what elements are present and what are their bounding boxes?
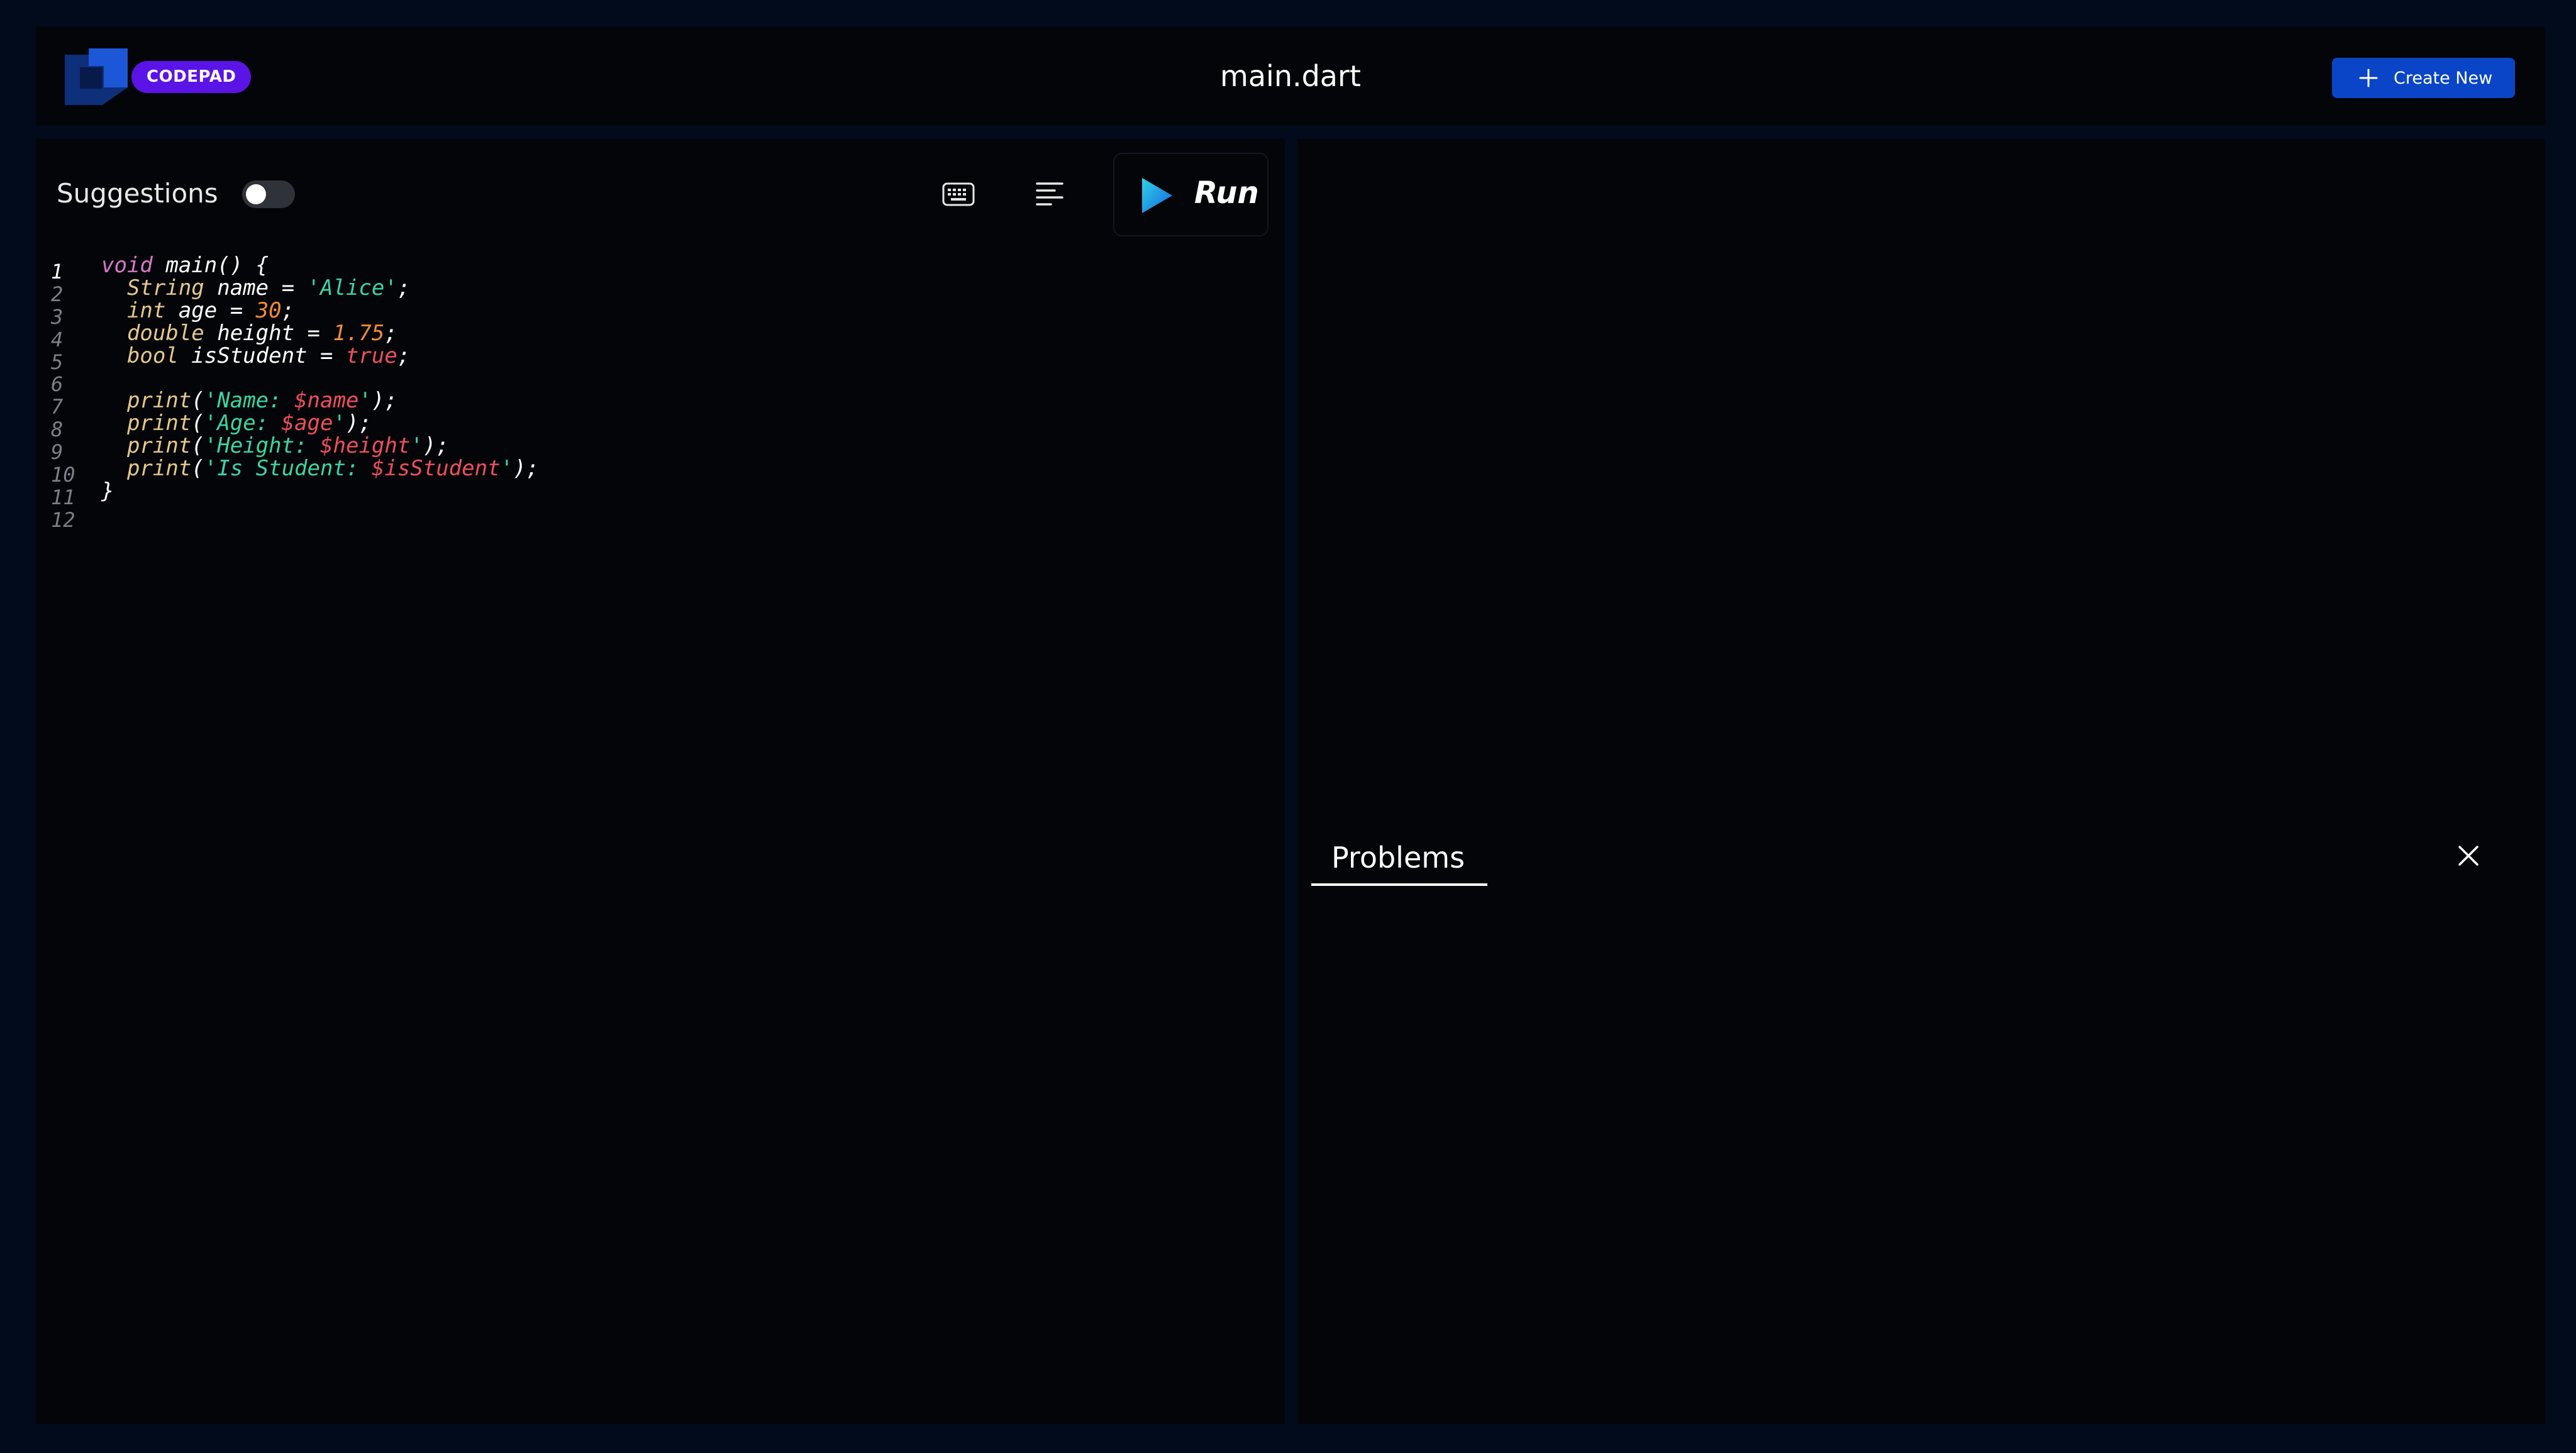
code-text: print('Name: $name'); [101, 390, 397, 412]
close-icon[interactable] [2455, 842, 2482, 870]
code-token: ); [513, 456, 540, 482]
toggle-knob [246, 184, 266, 204]
editor-panel: Suggestions Run 1 void main() {2 String… [36, 139, 1285, 1424]
code-token: $name [294, 388, 359, 414]
code-line[interactable]: 11} [36, 480, 1285, 509]
code-token: true [345, 343, 397, 368]
code-text: bool isStudent = true; [101, 345, 410, 367]
code-token: print [101, 456, 192, 482]
code-token: ( [191, 388, 204, 414]
code-token: 'Age: [204, 411, 282, 436]
code-token: 'Alice' [307, 275, 397, 301]
code-text: print('Age: $age'); [101, 412, 372, 434]
keyboard-icon[interactable] [942, 182, 975, 207]
code-line[interactable]: 8 print('Age: $age'); [36, 412, 1285, 442]
code-token: ); [371, 388, 397, 414]
code-text: } [101, 480, 114, 502]
code-token: ; [397, 275, 411, 301]
code-token: double [101, 320, 204, 346]
code-token: String [101, 275, 204, 301]
code-line[interactable]: 10 print('Is Student: $isStudent'); [36, 458, 1285, 487]
code-token: print [101, 433, 192, 459]
top-bar: CODEPAD main.dart Create New [36, 26, 2545, 126]
code-token: ( [191, 433, 204, 459]
code-token: main() { [152, 253, 269, 278]
code-token: age = [165, 297, 256, 323]
code-token: isStudent = [178, 343, 346, 368]
code-token: 'Name: [204, 388, 295, 414]
code-text: String name = 'Alice'; [101, 277, 410, 299]
output-panel: Problems [1297, 139, 2545, 1424]
problems-tab-label: Problems [1331, 841, 1465, 875]
code-editor[interactable]: 1 void main() {2 String name = 'Alice'; 3 … [36, 255, 1285, 532]
code-token: print [101, 388, 192, 414]
suggestions-toggle[interactable] [242, 180, 295, 208]
file-title: main.dart [1220, 59, 1361, 93]
code-token: ' [333, 411, 346, 436]
code-line[interactable]: 2 String name = 'Alice'; [36, 277, 1285, 306]
code-token: print [101, 411, 192, 436]
code-text: int age = 30; [101, 297, 295, 323]
code-token: ( [191, 411, 204, 436]
code-line[interactable]: 4 double height = 1.75; [36, 320, 1285, 351]
code-token: ' [500, 456, 514, 482]
create-new-label: Create New [2394, 68, 2493, 88]
play-icon [1142, 178, 1172, 213]
code-text: print('Is Student: $isStudent'); [101, 458, 539, 480]
code-line[interactable]: 6 [36, 367, 1285, 396]
code-token: ; [384, 320, 397, 346]
code-token: 1.75 [333, 320, 385, 346]
code-text: print('Height: $height'); [101, 435, 449, 457]
code-line[interactable]: 3 int age = 30; [36, 297, 1285, 329]
code-line[interactable]: 9 print('Height: $height'); [36, 435, 1285, 465]
code-token: ( [191, 456, 204, 482]
code-token: ' [358, 388, 372, 414]
code-line[interactable]: 5 bool isStudent = true; [36, 345, 1285, 374]
create-new-button[interactable]: Create New [2332, 58, 2515, 98]
code-line[interactable]: 7 print('Name: $name'); [36, 390, 1285, 419]
code-token: bool [101, 343, 179, 368]
code-token: name = [204, 275, 308, 301]
code-token: 'Is Student: [204, 456, 372, 482]
code-token: 'Height: [204, 433, 321, 459]
run-label: Run [1194, 175, 1259, 211]
code-token: 30 [255, 297, 282, 323]
code-token: ' [410, 433, 423, 459]
line-number: 12 [51, 507, 75, 532]
code-token: $height [320, 433, 411, 459]
code-token: $isStudent [371, 456, 501, 482]
code-token: height = [204, 320, 333, 346]
code-token: } [101, 478, 114, 504]
suggestions-label: Suggestions [57, 178, 218, 209]
code-token: ); [423, 433, 449, 459]
run-button[interactable]: Run [1113, 153, 1269, 236]
code-token: ; [281, 297, 295, 323]
code-line[interactable]: 1 void main() { [36, 255, 1285, 284]
plus-icon [2359, 69, 2378, 87]
code-token: ; [397, 343, 411, 368]
tab-problems[interactable]: Problems [1311, 836, 1487, 886]
code-text: void main() { [101, 255, 269, 277]
code-text: double height = 1.75; [101, 320, 397, 346]
format-lines-icon[interactable] [1035, 180, 1064, 208]
code-token: void [101, 253, 153, 278]
code-token: ); [345, 411, 372, 436]
code-token: $age [281, 411, 333, 436]
code-token: int [101, 297, 166, 323]
code-line[interactable]: 12 [36, 503, 1285, 532]
